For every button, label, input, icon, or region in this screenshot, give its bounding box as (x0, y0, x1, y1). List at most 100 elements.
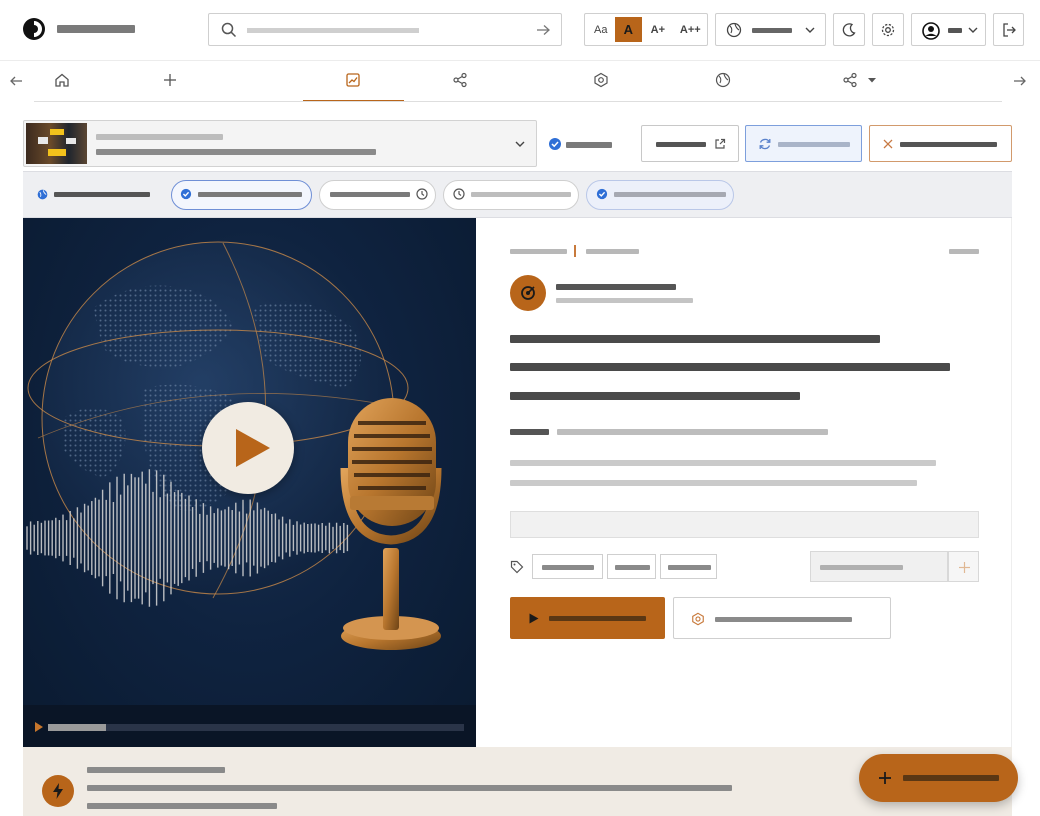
bolt-badge (42, 775, 74, 807)
back-arrow-icon[interactable] (9, 74, 23, 88)
font-size-large-button[interactable]: A+ (644, 17, 672, 42)
caret-down-icon (868, 78, 876, 83)
play-button[interactable] (202, 402, 294, 494)
publish-date (949, 249, 979, 254)
description-line-2 (510, 480, 917, 486)
channel-avatar[interactable] (510, 275, 546, 311)
chart-line-icon (346, 73, 360, 87)
share-nodes-icon (453, 72, 467, 88)
filter-bar (23, 171, 1012, 218)
now-playing-title (87, 767, 225, 773)
tag-icon (510, 560, 524, 574)
progress-fill (48, 724, 107, 731)
refresh-button[interactable] (745, 125, 862, 162)
share-nodes-icon (843, 72, 857, 88)
episode-details-panel (476, 218, 1012, 747)
now-playing-summary (87, 785, 732, 791)
host-names (557, 429, 828, 435)
font-size-group: Aa A A+ A++ (584, 13, 708, 46)
check-circle-icon (180, 188, 192, 200)
play-episode-button[interactable] (510, 597, 665, 639)
play-small-icon[interactable] (34, 721, 44, 733)
ai-hexagon-icon (594, 72, 608, 88)
clock-icon (453, 188, 465, 200)
globe-icon (37, 189, 48, 200)
progress-track[interactable] (48, 724, 464, 731)
user-avatar-icon (922, 22, 940, 40)
nav-network-tab[interactable] (452, 72, 468, 88)
search-box[interactable] (208, 13, 562, 46)
media-select-dropdown[interactable] (23, 120, 537, 167)
chevron-down-icon (514, 138, 526, 150)
play-icon (236, 429, 270, 467)
logout-button[interactable] (993, 13, 1024, 46)
nav-analytics-tab[interactable] (345, 72, 361, 88)
font-size-xlarge-button[interactable]: A++ (674, 17, 707, 42)
font-size-active-button[interactable]: A (614, 17, 643, 42)
language-select[interactable] (715, 13, 826, 46)
font-size-default-button[interactable]: Aa (589, 17, 613, 42)
plus-icon (164, 74, 176, 86)
ai-summary-button[interactable] (673, 597, 891, 639)
breadcrumb-part-1[interactable] (510, 249, 567, 254)
nav-share-dropdown[interactable] (842, 72, 882, 88)
gear-icon (880, 22, 896, 38)
add-tag-button[interactable] (948, 551, 979, 582)
search-submit-arrow-icon[interactable] (535, 22, 551, 38)
brand-name (57, 25, 135, 33)
host-label (510, 429, 549, 435)
verified-status (548, 137, 562, 151)
add-tag-input[interactable] (810, 551, 948, 582)
top-bar: Aa A A+ A++ (0, 0, 1040, 60)
globe-icon (726, 22, 742, 38)
description-line-1 (510, 460, 936, 466)
home-icon (55, 73, 69, 87)
filter-chip-2[interactable] (319, 180, 436, 210)
nav-ai-tab[interactable] (593, 72, 609, 88)
dark-mode-toggle[interactable] (833, 13, 865, 46)
play-icon (529, 613, 539, 624)
now-playing-meta (87, 803, 277, 809)
external-link-icon (714, 138, 726, 150)
settings-button[interactable] (872, 13, 904, 46)
logout-icon (1001, 22, 1017, 38)
refresh-icon (758, 137, 772, 151)
nav-divider (34, 101, 1002, 102)
channel-meta (556, 298, 693, 303)
app-logo[interactable] (22, 17, 46, 41)
notes-input[interactable] (510, 511, 979, 538)
episode-title-line-1 (510, 335, 880, 343)
video-control-bar (23, 705, 476, 747)
tag-chip-2[interactable] (607, 554, 656, 579)
open-external-button[interactable] (641, 125, 739, 162)
moon-icon (841, 22, 857, 38)
channel-name[interactable] (556, 284, 676, 290)
tag-chip-1[interactable] (532, 554, 603, 579)
nav-global-tab[interactable] (715, 72, 731, 88)
episode-title-line-2 (510, 363, 950, 371)
breadcrumb-separator (574, 245, 576, 257)
breadcrumb-part-2[interactable] (586, 249, 639, 254)
filter-chip-1[interactable] (171, 180, 312, 210)
nav-home-tab[interactable] (54, 72, 70, 88)
nav-add-tab[interactable] (162, 72, 178, 88)
filter-chip-4[interactable] (586, 180, 734, 210)
nav-bar (0, 60, 1040, 104)
forward-arrow-icon[interactable] (1013, 74, 1027, 88)
filter-scope-label (54, 192, 150, 197)
check-circle-icon (596, 188, 608, 200)
filter-chip-3[interactable] (443, 180, 579, 210)
ai-hexagon-icon (691, 612, 705, 626)
plus-icon (878, 771, 892, 785)
chevron-down-icon (804, 24, 816, 36)
chevron-down-icon (967, 24, 979, 36)
search-icon (221, 22, 237, 38)
search-placeholder (247, 28, 419, 33)
account-menu[interactable] (911, 13, 986, 46)
plus-icon (959, 562, 970, 573)
video-player[interactable] (23, 218, 476, 747)
tag-chip-3[interactable] (660, 554, 717, 579)
remove-button[interactable] (869, 125, 1012, 162)
target-icon (521, 286, 535, 300)
create-fab[interactable] (859, 754, 1018, 802)
